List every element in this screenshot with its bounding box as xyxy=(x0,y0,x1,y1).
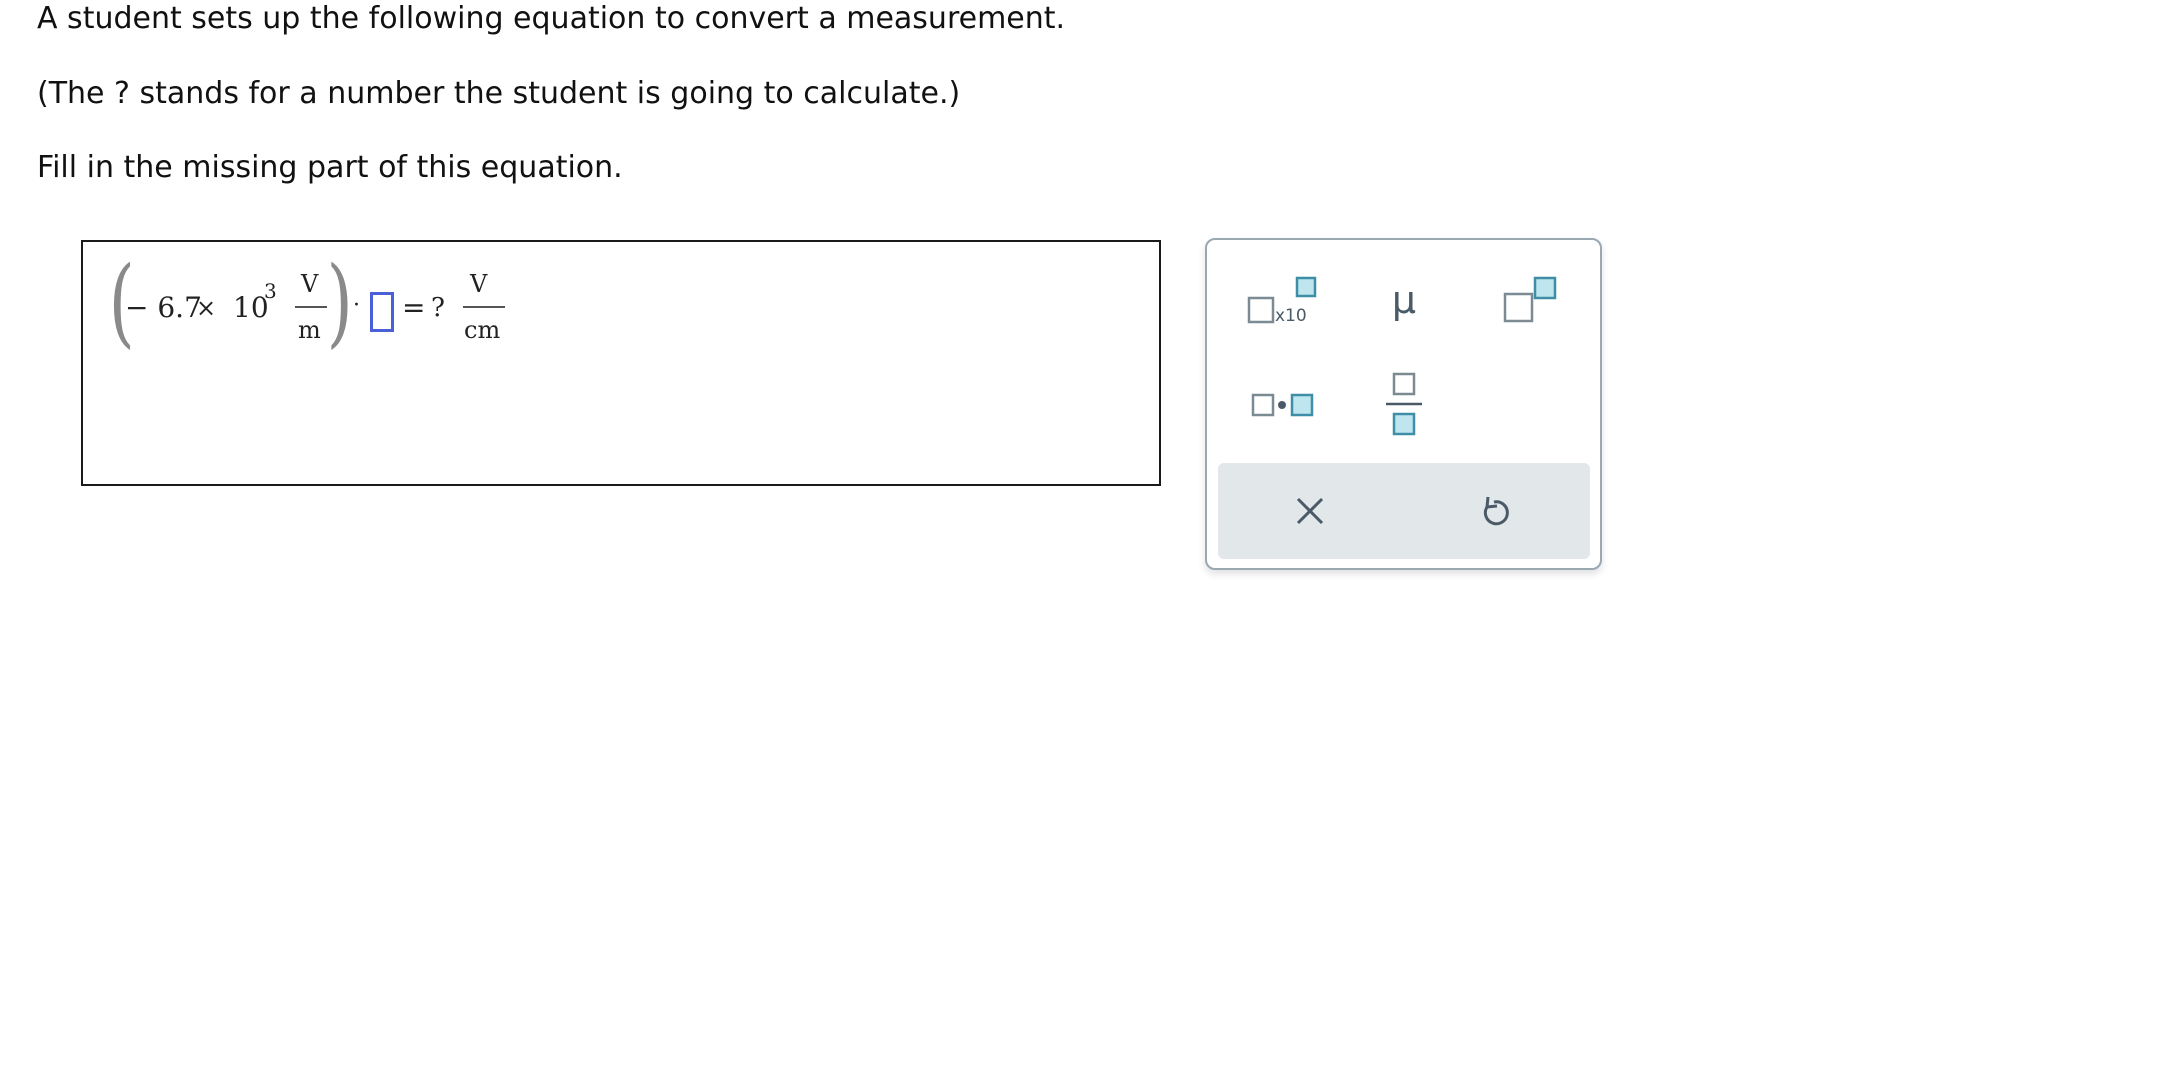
sci-notation-label: x10 xyxy=(1275,306,1307,326)
fraction-button[interactable] xyxy=(1354,368,1454,444)
math-toolbar: x10 μ xyxy=(1205,238,1602,570)
clear-button[interactable] xyxy=(1260,473,1360,549)
left-unit-numerator: V xyxy=(301,270,319,298)
prompt-line-1: A student sets up the following equation… xyxy=(37,1,1066,36)
right-fraction-bar xyxy=(463,306,505,308)
equals-sign: = xyxy=(402,291,426,324)
superscript-icon xyxy=(1503,276,1557,323)
undo-icon xyxy=(1483,496,1509,526)
right-paren: ) xyxy=(326,246,353,358)
right-unit-numerator: V xyxy=(470,270,488,298)
left-fraction-bar xyxy=(295,306,327,308)
prompt-line-2: (The ? stands for a number the student i… xyxy=(37,76,961,111)
prompt-line-3: Fill in the missing part of this equatio… xyxy=(37,150,623,185)
mu-button[interactable]: μ xyxy=(1354,262,1454,338)
undo-button[interactable] xyxy=(1446,473,1546,549)
power-exponent: 3 xyxy=(264,279,277,303)
scientific-notation-button[interactable]: x10 xyxy=(1227,262,1327,338)
left-unit-denominator: m xyxy=(298,316,321,344)
unknown-value: ? xyxy=(431,293,445,323)
clear-icon xyxy=(1296,497,1324,525)
answer-input-area[interactable]: ( − 6.7 × 10 3 V m ) · = ? V cm xyxy=(81,240,1161,486)
times-symbol: × xyxy=(196,294,217,322)
right-unit-denominator: cm xyxy=(464,316,501,344)
fraction-icon xyxy=(1386,372,1422,436)
missing-unit-input[interactable] xyxy=(370,292,394,332)
toolbar-actions xyxy=(1218,463,1590,559)
superscript-button[interactable] xyxy=(1480,262,1580,338)
multiplication-dot-button[interactable] xyxy=(1227,368,1327,444)
scientific-notation-icon: x10 xyxy=(1247,276,1317,326)
multiplication-dot: · xyxy=(353,293,360,318)
equation: ( − 6.7 × 10 3 V m ) · = ? V cm xyxy=(83,242,1159,484)
mu-icon: μ xyxy=(1391,278,1417,322)
coefficient: − 6.7 xyxy=(125,291,202,324)
multiplication-dot-icon xyxy=(1251,393,1314,417)
